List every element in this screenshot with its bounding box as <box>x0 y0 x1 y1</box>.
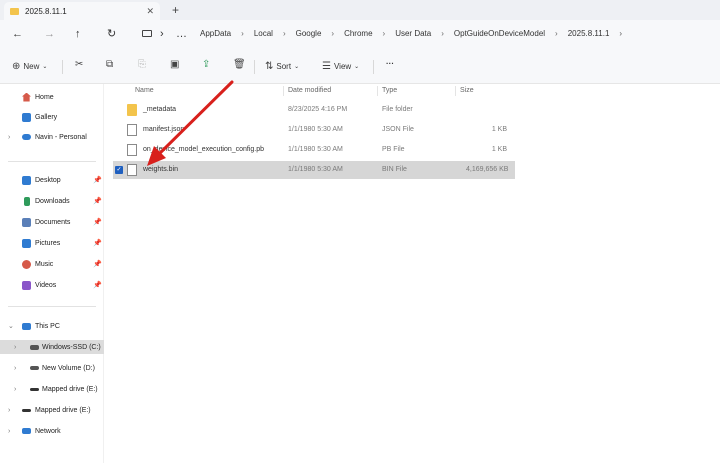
annotation-arrow <box>147 80 234 166</box>
arrow-shaft <box>155 80 234 158</box>
